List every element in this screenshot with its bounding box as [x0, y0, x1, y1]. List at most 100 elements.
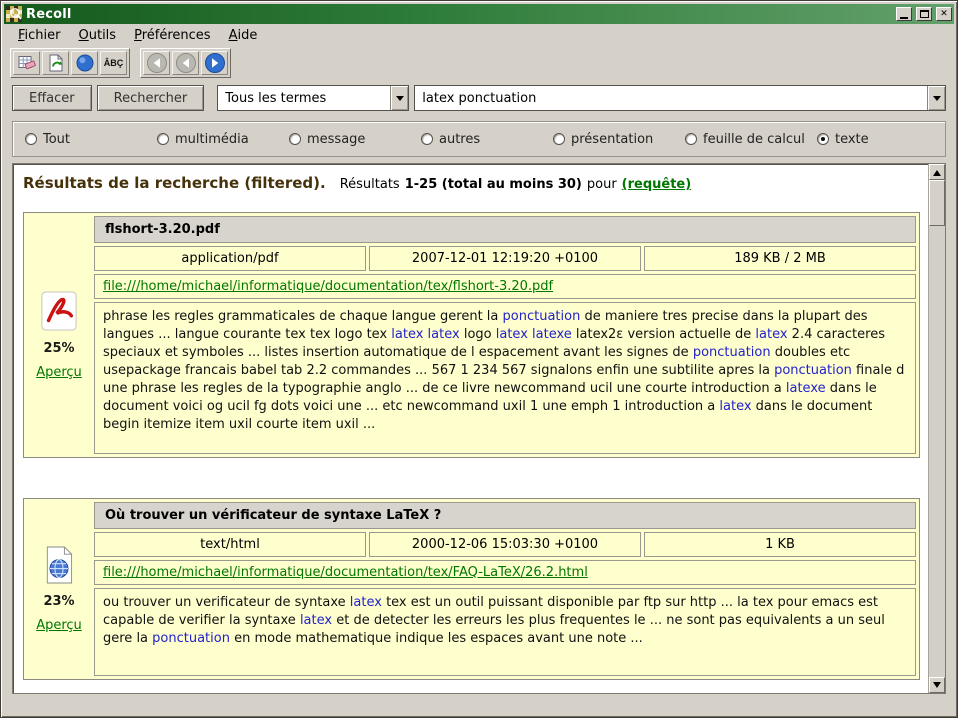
relevance-percent: 25% [43, 341, 74, 356]
results-prefix: Résultats [340, 177, 400, 192]
result-url-link[interactable]: file:///home/michael/informatique/docume… [103, 565, 588, 580]
search-mode-select[interactable]: Tous les termes [217, 85, 409, 111]
clear-button[interactable]: Effacer [12, 85, 92, 111]
snippet-text: en mode mathematique indique les espaces… [230, 631, 643, 646]
snippet-text: logo [460, 327, 496, 342]
results-summary: Résultats1-25 (total au moins 30)pour(re… [340, 177, 697, 192]
filter-label: présentation [571, 132, 653, 147]
filter-label: texte [835, 132, 869, 147]
menu-aide[interactable]: Aide [221, 26, 266, 45]
result-main: Où trouver un vérificateur de syntaxe La… [94, 502, 916, 676]
result-date: 2000-12-06 15:03:30 +0100 [369, 532, 641, 557]
chevron-down-icon[interactable] [927, 86, 945, 110]
radio-icon [157, 133, 169, 145]
snippet-match-term: ponctuation [774, 363, 852, 378]
snippet-text: phrase les regles grammaticales de chaqu… [103, 309, 503, 324]
snippet-match-term: latex latex [391, 327, 459, 342]
maximize-button[interactable] [916, 7, 932, 21]
result-mime: application/pdf [94, 246, 366, 271]
toolbar-nav-group [140, 48, 231, 78]
radio-icon [817, 133, 829, 145]
snippet-match-term: ponctuation [503, 309, 581, 324]
filter-texte[interactable]: texte [817, 132, 869, 147]
minimize-icon [900, 17, 908, 19]
menu-outils[interactable]: Outils [71, 26, 125, 45]
result-left-panel: 25% Aperçu [27, 216, 91, 454]
term-explorer-button[interactable]: ÂBÇ [100, 51, 127, 75]
first-page-button[interactable] [143, 51, 170, 75]
result-snippet: phrase les regles grammaticales de chaqu… [94, 302, 916, 454]
titlebar[interactable]: Recoll ✕ [4, 4, 954, 24]
left-arrow-circle-icon [146, 52, 168, 74]
save-query-button[interactable] [71, 51, 98, 75]
snippet-match-term: latex [300, 613, 332, 628]
document-refresh-icon [46, 53, 66, 73]
window-title: Recoll [26, 7, 892, 22]
results-scrollbar[interactable] [928, 164, 945, 693]
menubar: FichierOutilsPréférencesAide [4, 24, 954, 47]
results-title: Résultats de la recherche (filtered). [23, 174, 326, 192]
result-url-row: file:///home/michael/informatique/docume… [94, 274, 916, 299]
clear-table-icon [17, 53, 37, 73]
filter-label: Tout [43, 132, 70, 147]
preview-link[interactable]: Aperçu [36, 618, 82, 633]
next-page-button[interactable] [201, 51, 228, 75]
search-row: Effacer Rechercher Tous les termes latex… [4, 79, 954, 117]
snippet-text: ou trouver un verificateur de syntaxe [103, 595, 350, 610]
results-list: 25% Aperçu flshort-3.20.pdf application/pdf… [17, 212, 924, 680]
results-header: Résultats de la recherche (filtered). Rés… [17, 170, 924, 206]
filter-multimedia[interactable]: multimédia [157, 132, 289, 147]
result-item: 25% Aperçu flshort-3.20.pdf application/pdf… [23, 212, 920, 458]
recoll-window: Recoll ✕ FichierOutilsPréférencesAide [0, 0, 958, 718]
search-button[interactable]: Rechercher [97, 85, 205, 111]
result-size: 1 KB [644, 532, 916, 557]
snippet-match-term: ponctuation [693, 345, 771, 360]
scroll-up-button[interactable] [929, 164, 945, 180]
result-mime: text/html [94, 532, 366, 557]
preview-link[interactable]: Aperçu [36, 365, 82, 380]
maximize-icon [920, 10, 929, 18]
menu-fichier[interactable]: Fichier [10, 26, 69, 45]
radio-icon [289, 133, 301, 145]
update-index-button[interactable] [42, 51, 69, 75]
scroll-down-button[interactable] [929, 677, 945, 693]
result-item: 23%AperçuOù trouver un vérificateur de s… [23, 498, 920, 680]
filter-autres[interactable]: autres [421, 132, 553, 147]
result-main: flshort-3.20.pdf application/pdf2007-12-0… [94, 216, 916, 454]
result-title: flshort-3.20.pdf [94, 216, 916, 243]
result-date: 2007-12-01 12:19:20 +0100 [369, 246, 641, 271]
result-meta-row: text/html2000-12-06 15:03:30 +01001 KB [94, 532, 916, 557]
search-mode-value[interactable]: Tous les termes [218, 86, 390, 110]
category-filter-panel: Tout multimédia message autres présentation f… [12, 121, 946, 157]
search-query-combo[interactable]: latex ponctuation [414, 85, 946, 111]
filter-feuille-de-calcul[interactable]: feuille de calcul [685, 132, 817, 147]
filter-tout[interactable]: Tout [25, 132, 157, 147]
prev-page-button[interactable] [172, 51, 199, 75]
results-pane: Résultats de la recherche (filtered). Rés… [12, 163, 946, 694]
filter-presentation[interactable]: présentation [553, 132, 685, 147]
blue-sphere-icon [75, 53, 95, 73]
close-button[interactable]: ✕ [936, 7, 952, 21]
filter-label: message [307, 132, 365, 147]
pdf-file-icon [40, 290, 78, 332]
chevron-down-icon[interactable] [390, 86, 408, 110]
scrollbar-thumb[interactable] [929, 180, 945, 226]
snippet-match-term: latexe [786, 381, 826, 396]
snippet-match-term: latex [350, 595, 382, 610]
menu-preferences[interactable]: Préférences [126, 26, 218, 45]
result-url-row: file:///home/michael/informatique/docume… [94, 560, 916, 585]
search-query-input[interactable]: latex ponctuation [415, 86, 927, 110]
snippet-text: latex2ε version actuelle de [572, 327, 756, 342]
result-url-link[interactable]: file:///home/michael/informatique/docume… [103, 279, 553, 294]
arrow-down-icon [933, 682, 941, 692]
filter-label: multimédia [175, 132, 249, 147]
clear-search-button[interactable] [13, 51, 40, 75]
toolbar: ÂBÇ [4, 47, 954, 79]
radio-icon [25, 133, 37, 145]
result-snippet: ou trouver un verificateur de syntaxe la… [94, 588, 916, 676]
scrollbar-track[interactable] [929, 226, 945, 677]
filter-message[interactable]: message [289, 132, 421, 147]
query-link[interactable]: (requête) [622, 177, 692, 192]
result-meta-row: application/pdf2007-12-01 12:19:20 +0100… [94, 246, 916, 271]
minimize-button[interactable] [896, 7, 912, 21]
